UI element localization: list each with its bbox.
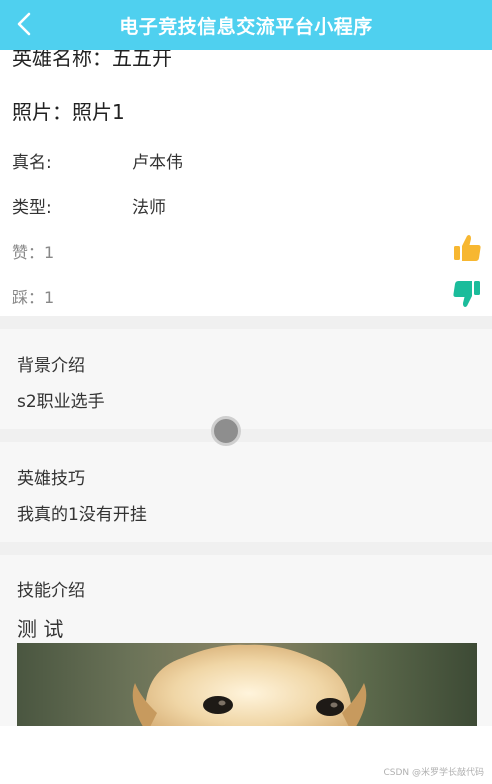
like-count: 赞：1 xyxy=(12,243,55,262)
separator xyxy=(0,542,492,555)
dislike-count: 踩：1 xyxy=(12,288,55,307)
tips-section: 英雄技巧 我真的1没有开挂 xyxy=(0,442,492,542)
hero-name-text: 英雄名称：五五开 xyxy=(12,50,172,70)
dog-photo xyxy=(17,643,477,726)
separator xyxy=(0,316,492,329)
watermark-text: CSDN @米罗学长敲代码 xyxy=(383,768,484,778)
page-title: 电子竞技信息交流平台小程序 xyxy=(119,15,373,38)
top-nav-bar: 电子竞技信息交流平台小程序 xyxy=(0,0,492,50)
background-section: 背景介绍 s2职业选手 xyxy=(0,329,492,429)
skill-body: 测 试 xyxy=(17,617,64,641)
real-name-label: 真名: xyxy=(12,153,52,173)
thumbs-up-icon[interactable] xyxy=(452,233,482,263)
photo-text: 照片：照片1 xyxy=(12,100,125,124)
tips-title: 英雄技巧 xyxy=(17,469,85,489)
separator xyxy=(0,429,492,442)
floating-button[interactable] xyxy=(211,416,241,446)
background-title: 背景介绍 xyxy=(17,356,85,376)
real-name-row: 真名: 卢本伟 xyxy=(12,148,183,173)
chevron-left-icon xyxy=(17,12,31,36)
thumbs-down-icon[interactable] xyxy=(452,279,482,309)
tips-body: 我真的1没有开挂 xyxy=(17,505,147,525)
skill-image xyxy=(17,643,477,726)
detail-content[interactable]: 英雄名称：五五开 照片：照片1 真名: 卢本伟 类型: 法师 赞：1 踩：1 背… xyxy=(0,50,492,726)
footer: CSDN @米罗学长敲代码 xyxy=(0,726,492,784)
skill-title: 技能介绍 xyxy=(17,581,85,601)
type-value: 法师 xyxy=(132,198,166,218)
back-button[interactable] xyxy=(8,8,40,40)
background-body: s2职业选手 xyxy=(17,392,105,412)
type-label: 类型: xyxy=(12,198,52,218)
type-row: 类型: 法师 xyxy=(12,193,166,218)
real-name-value: 卢本伟 xyxy=(132,153,183,173)
